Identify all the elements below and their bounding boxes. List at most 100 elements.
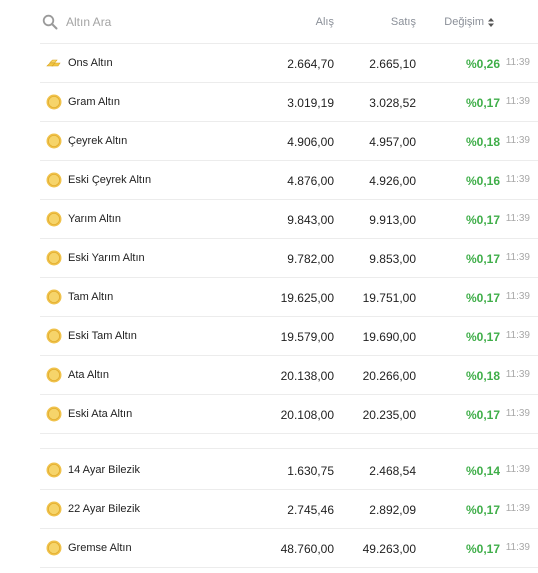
row-satis: 4.957,00 (369, 135, 416, 149)
row-name: Çeyrek Altın (68, 135, 128, 147)
table-row[interactable]: Gram Altın 3.019,19 3.028,52 %0,17 11:39 (40, 83, 538, 122)
search-icon (42, 14, 58, 30)
gold-coin-icon (46, 250, 62, 266)
row-name: Gremse Altın (68, 542, 132, 554)
row-change: %0,17 (465, 503, 500, 517)
row-time: 11:39 (505, 369, 530, 380)
row-name: 14 Ayar Bilezik (68, 464, 140, 476)
table-row[interactable]: Ata Altın 20.138,00 20.266,00 %0,18 11:3… (40, 356, 538, 395)
gold-coin-icon (46, 211, 62, 227)
row-time: 11:39 (505, 464, 530, 475)
row-name: Eski Ata Altın (68, 408, 133, 420)
gold-coin-icon (46, 367, 62, 383)
table-row[interactable]: Çeyrek Altın 4.906,00 4.957,00 %0,18 11:… (40, 122, 538, 161)
gold-coin-icon (46, 328, 62, 344)
row-alis: 48.760,00 (280, 542, 334, 556)
row-change: %0,26 (465, 57, 500, 71)
row-change: %0,17 (465, 252, 500, 266)
row-change: %0,18 (465, 135, 500, 149)
table-row[interactable]: Tam Altın 19.625,00 19.751,00 %0,17 11:3… (40, 278, 538, 317)
gold-coin-icon (46, 172, 62, 188)
row-satis: 19.690,00 (362, 330, 416, 344)
row-alis: 19.625,00 (280, 291, 334, 305)
row-change: %0,17 (465, 542, 500, 556)
gold-coin-icon (46, 94, 62, 110)
row-time: 11:39 (505, 213, 530, 224)
row-change: %0,17 (465, 330, 500, 344)
sort-icon[interactable] (488, 17, 494, 27)
row-satis: 3.028,52 (369, 96, 416, 110)
row-time: 11:39 (505, 503, 530, 514)
row-satis: 19.751,00 (362, 291, 416, 305)
divider (40, 448, 538, 449)
row-change: %0,17 (465, 213, 500, 227)
row-alis: 20.138,00 (280, 369, 334, 383)
row-satis: 2.892,09 (369, 503, 416, 517)
row-time: 11:39 (505, 408, 530, 419)
list-header: Alış Satış Değişim (40, 0, 538, 44)
search-input[interactable] (66, 12, 226, 32)
row-satis: 20.235,00 (362, 408, 416, 422)
row-name: Ons Altın (68, 57, 113, 69)
table-row[interactable]: 14 Ayar Bilezik 1.630,75 2.468,54 %0,14 … (40, 451, 538, 490)
row-name: Tam Altın (68, 291, 114, 303)
row-change: %0,18 (465, 369, 500, 383)
row-name: 22 Ayar Bilezik (68, 503, 140, 515)
row-time: 11:39 (505, 542, 530, 553)
table-row[interactable]: Yarım Altın 9.843,00 9.913,00 %0,17 11:3… (40, 200, 538, 239)
column-header-degisim[interactable]: Değişim (444, 16, 494, 28)
row-alis: 9.782,00 (287, 252, 334, 266)
row-name: Yarım Altın (68, 213, 121, 225)
row-time: 11:39 (505, 291, 530, 302)
row-alis: 20.108,00 (280, 408, 334, 422)
table-row[interactable]: Eski Yarım Altın 9.782,00 9.853,00 %0,17… (40, 239, 538, 278)
gold-bars-icon (46, 59, 61, 67)
row-time: 11:39 (505, 330, 530, 341)
row-time: 11:39 (505, 96, 530, 107)
row-satis: 9.853,00 (369, 252, 416, 266)
table-row[interactable]: Eski Çeyrek Altın 4.876,00 4.926,00 %0,1… (40, 161, 538, 200)
row-satis: 9.913,00 (369, 213, 416, 227)
row-change: %0,16 (465, 174, 500, 188)
row-name: Gram Altın (68, 96, 120, 108)
row-alis: 4.876,00 (287, 174, 334, 188)
gold-price-list: Alış Satış Değişim Ons Altın 2.664,70 2.… (0, 0, 538, 573)
row-time: 11:39 (505, 57, 530, 68)
row-alis: 1.630,75 (287, 464, 334, 478)
row-time: 11:39 (505, 135, 530, 146)
table-row[interactable]: Gremse Altın 48.760,00 49.263,00 %0,17 1… (40, 529, 538, 568)
row-time: 11:39 (505, 252, 530, 263)
row-name: Eski Yarım Altın (68, 252, 145, 264)
row-name: Eski Tam Altın (68, 330, 137, 342)
row-time: 11:39 (505, 174, 530, 185)
row-alis: 2.664,70 (287, 57, 334, 71)
table-row[interactable]: 22 Ayar Bilezik 2.745,46 2.892,09 %0,17 … (40, 490, 538, 529)
row-alis: 19.579,00 (280, 330, 334, 344)
row-change: %0,14 (465, 464, 500, 478)
gold-coin-icon (46, 406, 62, 422)
row-alis: 3.019,19 (287, 96, 334, 110)
column-header-satis: Satış (390, 16, 416, 28)
row-satis: 2.468,54 (369, 464, 416, 478)
table-row[interactable]: Eski Tam Altın 19.579,00 19.690,00 %0,17… (40, 317, 538, 356)
row-satis: 20.266,00 (362, 369, 416, 383)
row-change: %0,17 (465, 408, 500, 422)
row-satis: 2.665,10 (369, 57, 416, 71)
row-name: Eski Çeyrek Altın (68, 174, 152, 186)
gold-coin-icon (46, 289, 62, 305)
gold-coin-icon (46, 462, 62, 478)
gold-coin-icon (46, 133, 62, 149)
table-row[interactable]: Eski Ata Altın 20.108,00 20.235,00 %0,17… (40, 395, 538, 434)
column-header-alis: Alış (315, 16, 334, 28)
gold-coin-icon (46, 540, 62, 556)
column-header-degisim-label: Değişim (444, 16, 484, 28)
row-satis: 4.926,00 (369, 174, 416, 188)
row-change: %0,17 (465, 291, 500, 305)
row-name: Ata Altın (68, 369, 109, 381)
table-row[interactable]: Ons Altın 2.664,70 2.665,10 %0,26 11:39 (40, 44, 538, 83)
row-alis: 9.843,00 (287, 213, 334, 227)
row-change: %0,17 (465, 96, 500, 110)
row-alis: 2.745,46 (287, 503, 334, 517)
row-satis: 49.263,00 (362, 542, 416, 556)
row-alis: 4.906,00 (287, 135, 334, 149)
